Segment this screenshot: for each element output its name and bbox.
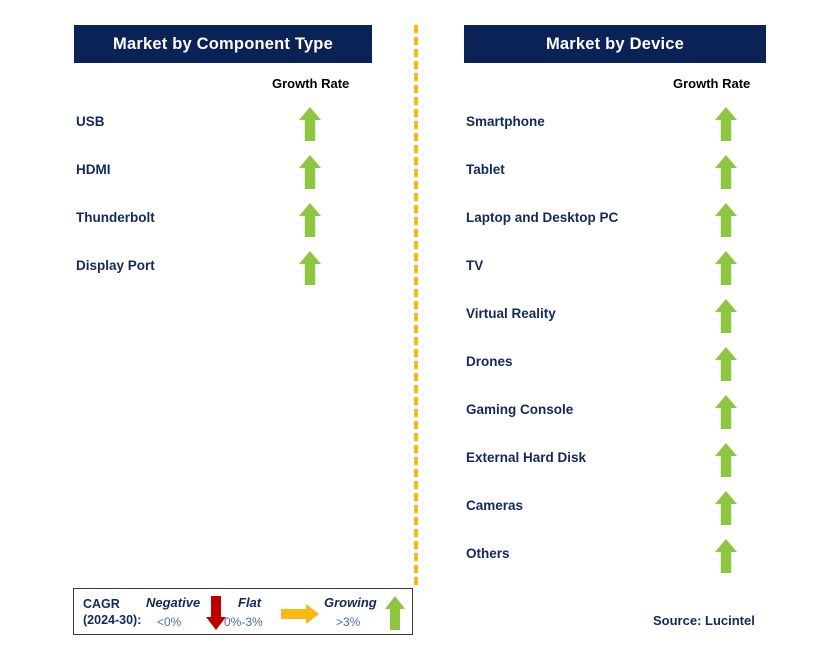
arrow-right-icon bbox=[280, 603, 320, 625]
source-note: Source: Lucintel bbox=[653, 613, 755, 628]
arrow-up-icon bbox=[714, 106, 738, 142]
arrow-up-icon bbox=[298, 250, 322, 286]
segment-label: Others bbox=[466, 546, 510, 561]
segment-label: Gaming Console bbox=[466, 402, 574, 417]
segment-label: HDMI bbox=[76, 162, 111, 177]
arrow-up-icon bbox=[714, 394, 738, 430]
panel-header-device: Market by Device bbox=[464, 25, 766, 63]
segment-label: TV bbox=[466, 258, 484, 273]
segment-label: Cameras bbox=[466, 498, 524, 513]
segment-label: External Hard Disk bbox=[466, 450, 587, 465]
segment-row: Gaming Console bbox=[464, 394, 766, 442]
segment-row: Cameras bbox=[464, 490, 766, 538]
segment-row: HDMI bbox=[74, 154, 372, 202]
segment-row: External Hard Disk bbox=[464, 442, 766, 490]
legend-cagr-line2: (2024-30): bbox=[83, 613, 142, 627]
legend-range-flat: 0%-3% bbox=[224, 615, 263, 629]
panel-header-component-type: Market by Component Type bbox=[74, 25, 372, 63]
segment-row: Virtual Reality bbox=[464, 298, 766, 346]
growth-rate-caption-component-type: Growth Rate bbox=[272, 76, 350, 91]
panel-divider bbox=[414, 25, 418, 585]
arrow-up-icon bbox=[714, 490, 738, 526]
segment-label: Thunderbolt bbox=[76, 210, 155, 225]
arrow-up-icon bbox=[714, 154, 738, 190]
arrow-up-icon bbox=[714, 346, 738, 382]
legend-cagr-line1: CAGR bbox=[83, 597, 120, 611]
arrow-up-icon bbox=[714, 250, 738, 286]
growth-rate-caption-device: Growth Rate bbox=[673, 76, 751, 91]
arrow-up-icon bbox=[714, 442, 738, 478]
segment-label: Smartphone bbox=[466, 114, 545, 129]
segment-label: Virtual Reality bbox=[466, 306, 556, 321]
arrow-up-icon bbox=[298, 106, 322, 142]
legend-range-negative: <0% bbox=[157, 615, 182, 629]
legend-term-flat: Flat bbox=[238, 595, 262, 610]
segment-label: Laptop and Desktop PC bbox=[466, 210, 619, 225]
panel-title-device: Market by Device bbox=[545, 34, 685, 53]
arrow-up-icon bbox=[298, 202, 322, 238]
infographic-canvas: Market by Component Type Market by Devic… bbox=[0, 0, 829, 666]
legend-term-negative: Negative bbox=[146, 595, 201, 610]
segment-row: USB bbox=[74, 106, 372, 154]
cagr-legend: CAGR (2024-30): Negative <0% Flat 0%-3% … bbox=[73, 588, 413, 635]
segment-row: Thunderbolt bbox=[74, 202, 372, 250]
segment-row: Laptop and Desktop PC bbox=[464, 202, 766, 250]
segment-label: USB bbox=[76, 114, 105, 129]
segment-row: Drones bbox=[464, 346, 766, 394]
segment-label: Tablet bbox=[466, 162, 505, 177]
arrow-up-icon bbox=[298, 154, 322, 190]
segment-label: Drones bbox=[466, 354, 513, 369]
legend-term-growing: Growing bbox=[324, 595, 377, 610]
segment-row: TV bbox=[464, 250, 766, 298]
arrow-up-icon bbox=[384, 595, 406, 631]
segment-row: Tablet bbox=[464, 154, 766, 202]
segment-row: Smartphone bbox=[464, 106, 766, 154]
legend-range-growing: >3% bbox=[336, 615, 361, 629]
arrow-up-icon bbox=[714, 202, 738, 238]
segment-row: Display Port bbox=[74, 250, 372, 298]
segment-list-device: Smartphone Tablet Laptop and Desktop PC bbox=[464, 106, 766, 586]
segment-label: Display Port bbox=[76, 258, 155, 273]
arrow-up-icon bbox=[714, 538, 738, 574]
segment-list-component-type: USB HDMI Thunderbolt Display Port bbox=[74, 106, 372, 298]
segment-row: Others bbox=[464, 538, 766, 586]
panel-title-component-type: Market by Component Type bbox=[113, 34, 333, 53]
arrow-up-icon bbox=[714, 298, 738, 334]
legend-cagr-label: CAGR (2024-30): bbox=[83, 596, 141, 628]
